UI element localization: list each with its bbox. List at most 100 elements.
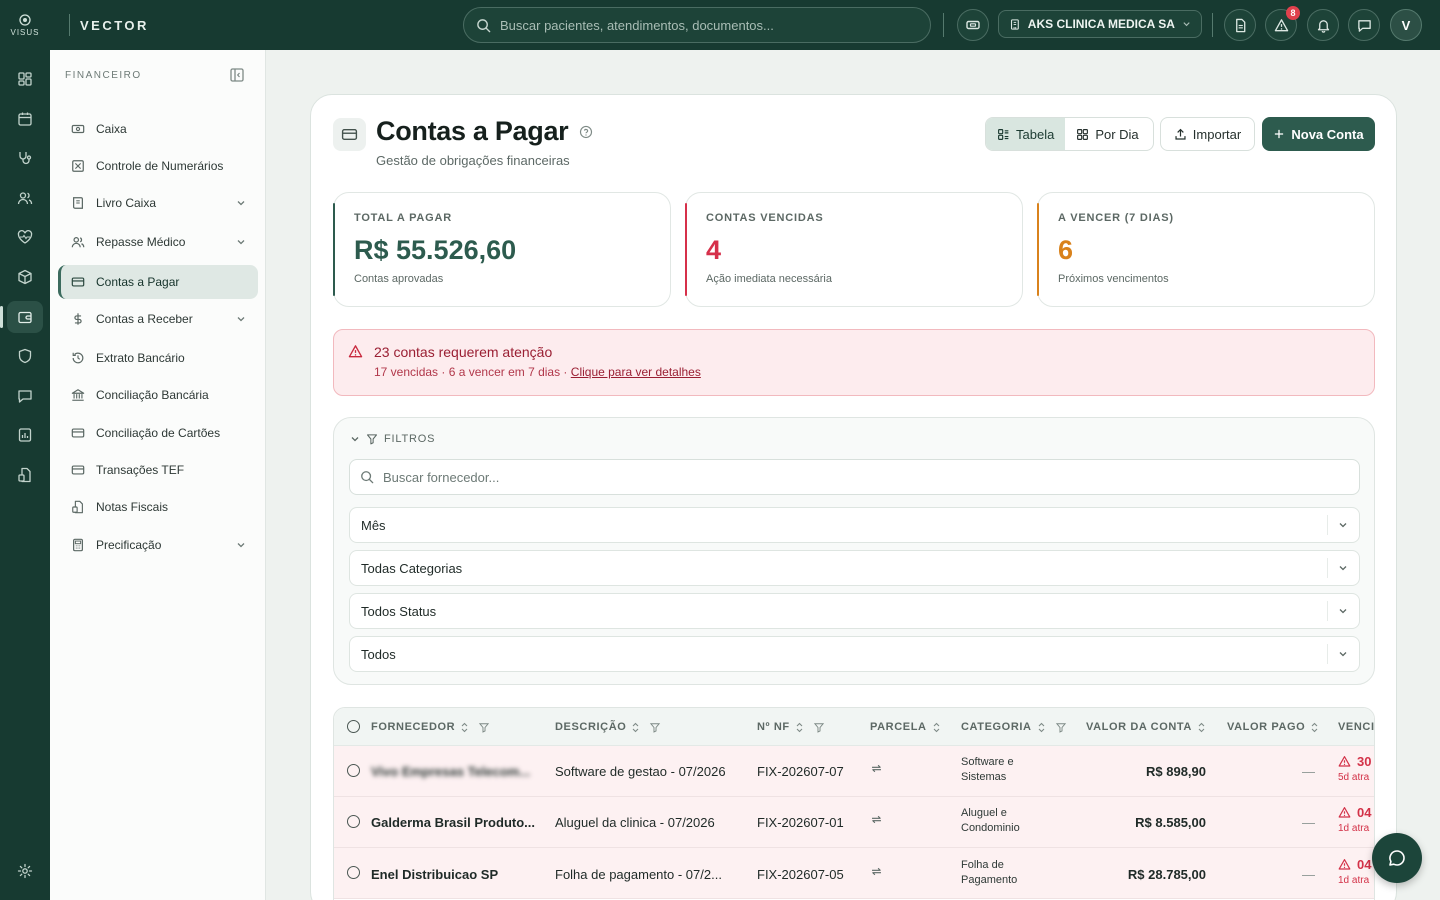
sidebar-item-transacoes-tef[interactable]: Transações TEF [58, 453, 258, 487]
wallet-icon [18, 311, 32, 324]
sidebar-item-label: Extrato Bancário [96, 351, 185, 365]
row-due-date: 30 [1357, 754, 1372, 769]
row-description: Aluguel da clinica - 07/2026 [555, 815, 715, 830]
sidebar-item-caixa[interactable]: Caixa [58, 112, 258, 146]
chevron-down-icon [1339, 566, 1347, 571]
rail-inventory[interactable] [7, 261, 43, 293]
col-due[interactable]: VENCI [1338, 721, 1374, 733]
row-supplier: Enel Distribuicao SP [371, 867, 499, 882]
col-installment[interactable]: PARCELA [870, 721, 941, 733]
sidebar-item-repasse-medico[interactable]: Repasse Médico [58, 225, 258, 259]
select-divider [1327, 644, 1328, 664]
category-select[interactable]: Todas Categorias [349, 550, 1360, 586]
view-table-button[interactable]: Tabela [986, 118, 1066, 150]
sidebar-item-notas-fiscais[interactable]: Notas Fiscais [58, 490, 258, 524]
stethoscope-icon [19, 152, 32, 165]
col-amount[interactable]: VALOR DA CONTA [1086, 721, 1206, 733]
building-icon [1010, 18, 1019, 30]
sidebar-item-conciliacao-bancaria[interactable]: Conciliação Bancária [58, 378, 258, 412]
row-due: 04 1d atra [1338, 805, 1371, 834]
select-divider [1327, 558, 1328, 578]
alert-title: 23 contas requerem atenção [374, 344, 553, 360]
rail-dashboard[interactable] [7, 63, 43, 95]
supplier-search-input[interactable] [383, 469, 1283, 485]
rail-chat[interactable] [7, 380, 43, 412]
visus-logo[interactable]: VISUS [0, 0, 50, 50]
new-bill-button[interactable]: Nova Conta [1262, 117, 1375, 151]
supplier-search[interactable] [349, 459, 1360, 495]
row-select-radio[interactable] [347, 815, 360, 828]
row-late: 1d atra [1338, 875, 1370, 886]
report-icon [18, 428, 32, 442]
stat-note: Ação imediata necessária [706, 273, 832, 285]
bank-icon [70, 387, 86, 403]
col-category[interactable]: CATEGORIA [961, 721, 1067, 733]
clinic-name: AKS CLINICA MEDICA SA [1027, 17, 1175, 31]
table-row[interactable]: Vivo Empresas Telecom... Software de ges… [334, 746, 1374, 797]
alert-details-link[interactable]: Clique para ver detalhes [571, 365, 701, 379]
rail-clinical[interactable] [7, 142, 43, 174]
panel-collapse-icon [230, 68, 244, 82]
col-paid[interactable]: VALOR PAGO [1227, 721, 1319, 733]
global-search-input[interactable] [500, 17, 900, 33]
col-nf[interactable]: Nº NF [757, 721, 825, 733]
recurring-icon [870, 813, 883, 826]
select-divider [1327, 515, 1328, 535]
notifications-button[interactable] [1307, 9, 1339, 41]
filters-toggle[interactable]: FILTROS [350, 433, 435, 445]
recurring-icon [870, 865, 883, 878]
help-icon[interactable] [579, 125, 593, 139]
rail-patients[interactable] [7, 182, 43, 214]
sidebar-item-label: Notas Fiscais [96, 500, 169, 514]
select-all-radio[interactable] [347, 720, 360, 733]
messages-button[interactable] [1348, 9, 1380, 41]
rail-fiscal[interactable] [7, 459, 43, 491]
rail-financial[interactable] [0, 301, 43, 333]
rail-health[interactable] [7, 221, 43, 253]
heart-pulse-icon [17, 230, 33, 244]
sidebar-item-extrato-bancario[interactable]: Extrato Bancário [58, 341, 258, 375]
col-label: FORNECEDOR [371, 721, 456, 733]
sidebar-item-livro-caixa[interactable]: Livro Caixa [58, 186, 258, 220]
row-select-radio[interactable] [347, 764, 360, 777]
brand-name: VECTOR [80, 17, 149, 33]
sidebar-item-label: Controle de Numerários [96, 159, 224, 173]
status-select[interactable]: Todos Status [349, 593, 1360, 629]
row-nf: FIX-202607-05 [757, 867, 844, 882]
clinic-selector[interactable]: AKS CLINICA MEDICA SA [998, 10, 1202, 38]
table-row[interactable]: Galderma Brasil Produto... Aluguel da cl… [334, 797, 1374, 848]
sidebar-item-contas-a-pagar[interactable]: Contas a Pagar [58, 265, 258, 299]
rail-security[interactable] [7, 340, 43, 372]
cashier-button[interactable] [957, 9, 989, 41]
row-select-radio[interactable] [347, 866, 360, 879]
global-search[interactable] [463, 7, 931, 43]
sidebar-item-conciliacao-cartoes[interactable]: Conciliação de Cartões [58, 416, 258, 450]
rail-reports[interactable] [7, 419, 43, 451]
sidebar-item-contas-a-receber[interactable]: Contas a Receber [58, 302, 258, 336]
table-row[interactable]: Enel Distribuicao SP Folha de pagamento … [334, 848, 1374, 899]
alerts-button[interactable]: 8 [1265, 6, 1300, 41]
message-icon [1357, 19, 1371, 32]
chat-fab-button[interactable] [1372, 833, 1422, 883]
view-toggle: Tabela Por Dia [985, 117, 1154, 151]
rail-calendar[interactable] [7, 103, 43, 135]
user-avatar[interactable]: V [1390, 9, 1422, 41]
col-supplier[interactable]: FORNECEDOR [371, 721, 490, 733]
stat-contas-vencidas: CONTAS VENCIDAS 4 Ação imediata necessár… [685, 192, 1023, 307]
stat-value: 6 [1058, 235, 1074, 265]
sidebar-item-controle-numerarios[interactable]: Controle de Numerários [58, 149, 258, 183]
import-button[interactable]: Importar [1160, 117, 1255, 151]
documents-button[interactable] [1224, 9, 1256, 41]
rail-settings[interactable] [7, 855, 43, 887]
sidebar-collapse-button[interactable] [229, 67, 245, 83]
month-select[interactable]: Mês [349, 507, 1360, 543]
chevron-down-icon [236, 237, 246, 247]
sidebar-item-precificacao[interactable]: Precificação [58, 528, 258, 562]
type-select[interactable]: Todos [349, 636, 1360, 672]
view-day-button[interactable]: Por Dia [1065, 118, 1149, 150]
card-icon [70, 425, 86, 441]
col-description[interactable]: DESCRIÇÃO [555, 721, 661, 733]
col-label: VALOR PAGO [1227, 721, 1306, 733]
row-due: 04 1d atra [1338, 857, 1371, 886]
sidebar-item-label: Caixa [96, 122, 127, 136]
